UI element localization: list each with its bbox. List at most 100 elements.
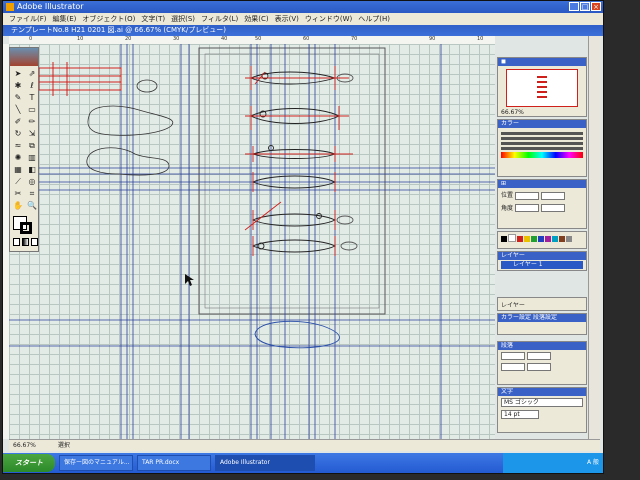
layer-1-row[interactable]: レイヤー 1 — [501, 261, 583, 269]
rotate-tool-icon[interactable]: ↻ — [12, 129, 24, 139]
font-size-field[interactable]: 14 pt — [501, 410, 539, 419]
character-panel-tab[interactable]: 文字 — [498, 388, 586, 396]
free-transform-tool-icon[interactable]: ⧉ — [26, 141, 38, 151]
line-tool-icon[interactable]: ╲ — [12, 105, 24, 115]
scale-tool-icon[interactable]: ⇲ — [26, 129, 38, 139]
blend-tool-icon[interactable]: ◎ — [26, 177, 38, 187]
warp-tool-icon[interactable]: ≈ — [12, 141, 24, 151]
menu-select[interactable]: 選択(S) — [171, 13, 195, 25]
close-button[interactable]: × — [591, 2, 601, 11]
scissors-tool-icon[interactable]: ✂ — [12, 189, 24, 199]
horizontal-guides[interactable] — [9, 167, 495, 347]
menu-filter[interactable]: フィルタ(L) — [201, 13, 238, 25]
navigator-panel: ◼ 66.67% — [497, 57, 587, 117]
graph-tool-icon[interactable]: ▥ — [26, 153, 38, 163]
vertical-guides[interactable] — [120, 44, 442, 439]
swatch[interactable] — [545, 236, 551, 242]
blob-shape-2[interactable] — [86, 147, 170, 176]
layers-panel-tab[interactable]: レイヤー — [498, 252, 586, 260]
menu-object[interactable]: オブジェクト(O) — [82, 13, 135, 25]
none-mode-button[interactable] — [31, 238, 38, 246]
gradient-tool-icon[interactable]: ◧ — [26, 165, 38, 175]
lure-shape-1[interactable] — [245, 66, 354, 90]
mesh-tool-icon[interactable]: ▦ — [12, 165, 24, 175]
menu-help[interactable]: ヘルプ(H) — [358, 13, 390, 25]
symbol-sprayer-tool-icon[interactable]: ✺ — [12, 153, 24, 163]
slice-tool-icon[interactable]: ⌗ — [26, 189, 38, 199]
color-sliders[interactable] — [498, 128, 586, 160]
taskbar-item[interactable]: 保存ー図のマニュアル... — [59, 455, 133, 471]
menu-window[interactable]: ウィンドウ(W) — [305, 13, 352, 25]
pen-tool-icon[interactable]: ✎ — [12, 93, 24, 103]
menu-type[interactable]: 文字(T) — [141, 13, 165, 25]
gradient-mode-button[interactable] — [22, 238, 29, 246]
color-slider-c[interactable] — [501, 132, 583, 135]
artboard-canvas[interactable] — [9, 44, 495, 439]
status-zoom[interactable]: 66.67% — [13, 442, 36, 449]
paragraph-panel-tab[interactable]: 段落 — [498, 342, 586, 350]
lure-shape-6[interactable] — [251, 236, 358, 256]
lure-shape-2[interactable] — [245, 106, 349, 130]
swatch[interactable] — [552, 236, 558, 242]
maximize-button[interactable]: □ — [580, 2, 590, 11]
small-ellipse-shape[interactable] — [136, 79, 158, 93]
lure-shape-3[interactable] — [245, 145, 353, 163]
font-family-select[interactable]: MS ゴシック — [501, 398, 583, 407]
menu-effect[interactable]: 効果(C) — [244, 13, 268, 25]
menu-file[interactable]: ファイル(F) — [9, 13, 47, 25]
color-spectrum[interactable] — [501, 152, 583, 158]
layers-footer-tab[interactable]: レイヤー — [498, 298, 586, 310]
minimize-button[interactable]: _ — [569, 2, 579, 11]
color-mode-button[interactable] — [13, 238, 20, 246]
swatch[interactable] — [501, 236, 507, 242]
vertical-scrollbar[interactable] — [588, 36, 601, 439]
transform-y-field[interactable] — [540, 191, 565, 200]
color-slider-y[interactable] — [501, 142, 583, 145]
taskbar-item[interactable]: TAR PR.docx — [137, 455, 211, 471]
paintbrush-tool-icon[interactable]: ✐ — [12, 117, 24, 127]
swatch[interactable] — [559, 236, 565, 242]
menu-view[interactable]: 表示(V) — [275, 13, 299, 25]
menu-edit[interactable]: 編集(E) — [53, 13, 77, 25]
space-after-field[interactable] — [526, 363, 551, 371]
zoom-tool-icon[interactable]: 🔍 — [26, 201, 38, 211]
color-panel-tab[interactable]: カラー — [498, 120, 586, 128]
tab-color-settings[interactable]: カラー設定 — [501, 314, 531, 321]
space-before-field[interactable] — [501, 363, 525, 371]
stroke-swatch[interactable] — [20, 222, 32, 234]
tab-paragraph-settings[interactable]: 段落設定 — [533, 314, 557, 321]
transform-angle-field[interactable] — [514, 204, 539, 212]
lure-shape-5[interactable] — [244, 201, 354, 231]
transform-shear-field[interactable] — [540, 204, 565, 212]
swatch[interactable] — [524, 236, 530, 242]
navigator-thumbnail[interactable] — [506, 69, 578, 107]
color-slider-m[interactable] — [501, 137, 583, 140]
eyedropper-tool-icon[interactable]: ⟋ — [12, 177, 24, 187]
red-rectangle-shape[interactable] — [38, 62, 122, 96]
blob-shape-1[interactable] — [87, 105, 174, 136]
lasso-tool-icon[interactable]: ℓ — [26, 81, 38, 91]
swatch[interactable] — [517, 236, 523, 242]
swatch[interactable] — [531, 236, 537, 242]
drop-shape[interactable] — [254, 320, 340, 349]
swatch-row[interactable] — [498, 232, 586, 246]
magic-wand-tool-icon[interactable]: ✱ — [12, 81, 24, 91]
taskbar-item-illustrator[interactable]: Adobe Illustrator — [215, 455, 315, 471]
type-tool-icon[interactable]: T — [26, 93, 38, 103]
swatch[interactable] — [566, 236, 572, 242]
indent-left-field[interactable] — [501, 352, 525, 360]
navigator-zoom[interactable]: 66.67% — [498, 107, 586, 116]
pencil-tool-icon[interactable]: ✏ — [26, 117, 38, 127]
rectangle-tool-icon[interactable]: ▭ — [26, 105, 38, 115]
start-button[interactable]: スタート — [3, 454, 55, 472]
fill-stroke-swatches[interactable] — [13, 216, 38, 234]
indent-right-field[interactable] — [526, 352, 551, 360]
color-slider-k[interactable] — [501, 147, 583, 150]
selection-tool-icon[interactable]: ➤ — [12, 69, 24, 79]
transform-x-field[interactable] — [514, 191, 539, 200]
direct-selection-tool-icon[interactable]: ⇗ — [26, 69, 38, 79]
swatch[interactable] — [538, 236, 544, 242]
swatch[interactable] — [508, 234, 516, 242]
status-tool[interactable]: 選択 — [58, 442, 70, 449]
hand-tool-icon[interactable]: ✋ — [12, 201, 24, 211]
